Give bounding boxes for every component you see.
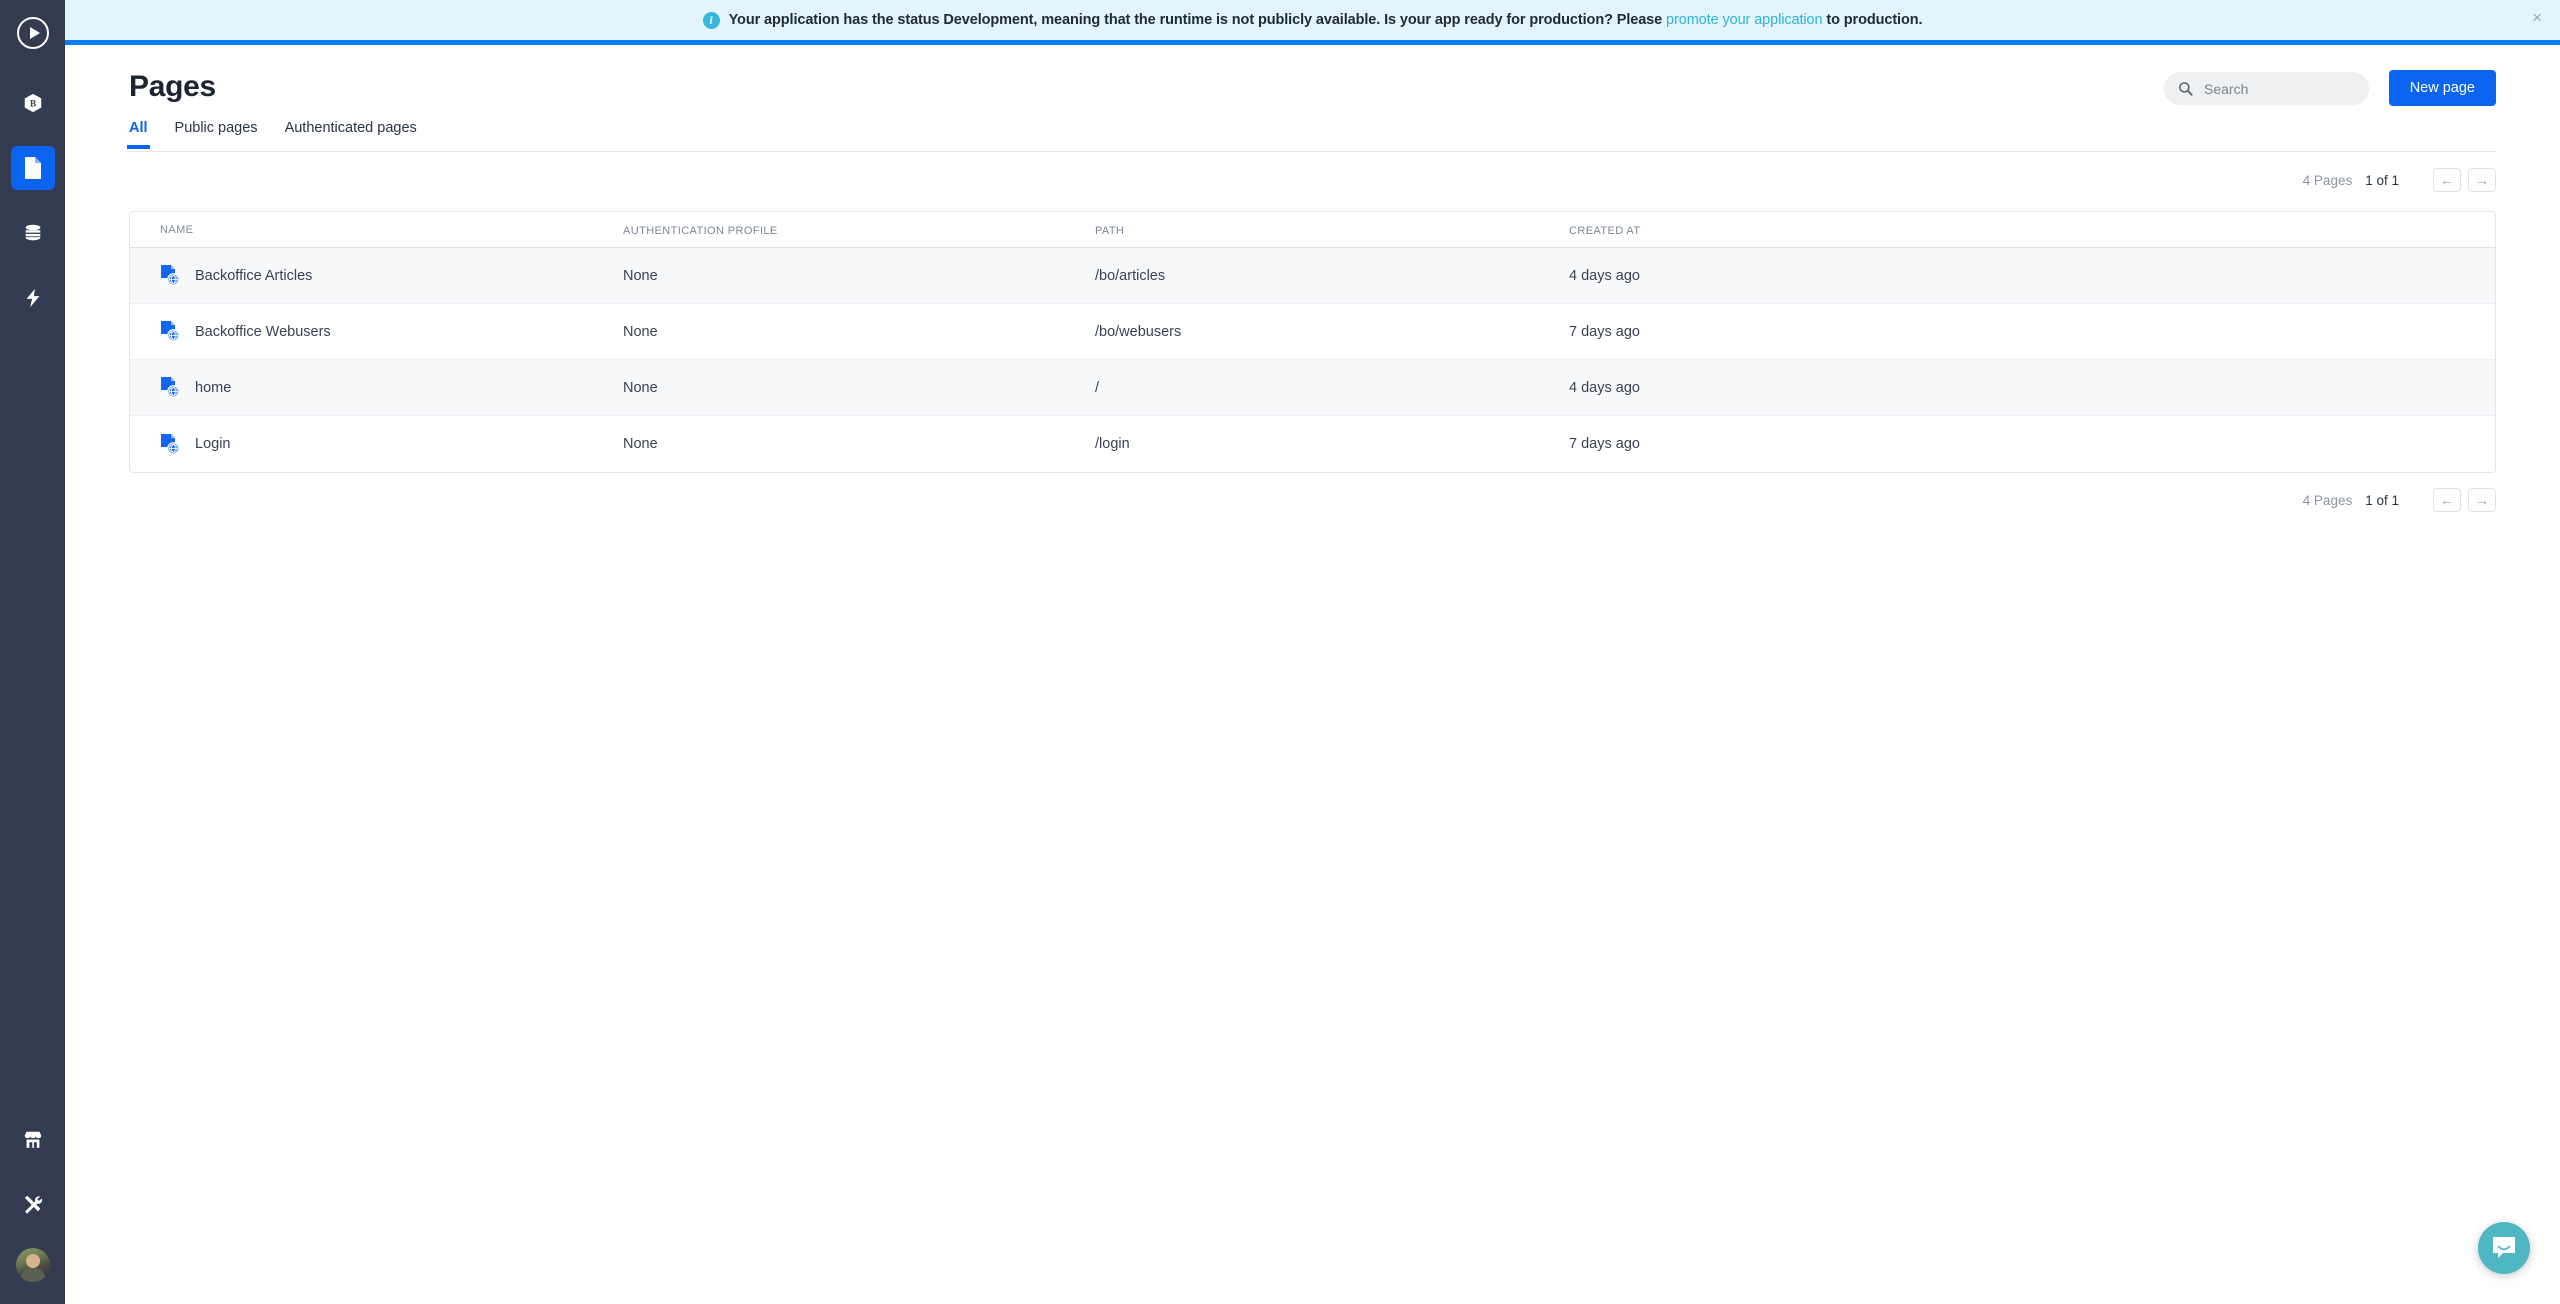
pagination-top: 4 Pages 1 of 1 ← → [2303,168,2496,192]
pagination-count: 4 Pages [2303,173,2353,188]
page-path: / [1095,380,1099,396]
page-globe-icon [160,434,180,455]
tabs: All Public pages Authenticated pages [129,120,2496,152]
column-header-created-at: CREATED AT [1569,225,1640,237]
sidebar-item-buzz[interactable]: B [11,81,55,125]
table-row[interactable]: Backoffice Articles None /bo/articles 4 … [130,248,2495,304]
svg-text:B: B [29,99,35,109]
page-auth-profile: None [623,436,658,452]
page-created-at: 4 days ago [1569,268,1640,284]
pagination-position: 1 of 1 [2365,173,2399,188]
page-auth-profile: None [623,324,658,340]
database-icon [22,222,44,244]
search-icon [2178,81,2193,96]
page-auth-profile: None [623,380,658,396]
page-name: Backoffice Articles [195,268,312,284]
banner-text-after: to production. [1822,12,1922,28]
search-box[interactable] [2164,72,2369,105]
sidebar-bottom-nav [11,1118,55,1304]
page-globe-icon [160,321,180,342]
main-content: Pages New page All Public pages Authenti… [65,45,2560,1304]
page-path: /bo/articles [1095,268,1165,284]
play-circle-logo [15,15,51,51]
sidebar-item-logic[interactable] [11,276,55,320]
sidebar-item-pages[interactable] [11,146,55,190]
page-created-at: 7 days ago [1569,324,1640,340]
sidebar: B [0,0,65,1304]
page-name: Login [195,436,230,452]
pagination-position: 1 of 1 [2365,493,2399,508]
marketplace-icon [22,1129,44,1151]
pages-table: NAME AUTHENTICATION PROFILE PATH CREATED… [129,211,2496,473]
banner-text: Your application has the status Developm… [729,12,1923,28]
avatar[interactable] [16,1248,50,1282]
tab-public-pages[interactable]: Public pages [175,120,258,147]
page-globe-icon [160,265,180,286]
intercom-chat-button[interactable] [2478,1222,2530,1274]
sidebar-item-data[interactable] [11,211,55,255]
search-input[interactable] [2204,81,2354,97]
column-header-name: NAME [160,224,193,236]
close-icon[interactable]: × [2532,9,2542,26]
table-row[interactable]: Backoffice Webusers None /bo/webusers 7 … [130,304,2495,360]
page-path: /login [1095,436,1130,452]
table-header-row: NAME AUTHENTICATION PROFILE PATH CREATED… [130,212,2495,248]
table-row[interactable]: home None / 4 days ago [130,360,2495,416]
chat-bubble-icon [2491,1235,2517,1261]
new-page-button[interactable]: New page [2389,70,2496,106]
tab-authenticated-pages[interactable]: Authenticated pages [285,120,417,147]
banner-text-before: Your application has the status Developm… [729,12,1666,28]
column-header-authentication-profile: AUTHENTICATION PROFILE [623,225,778,237]
page-name: Backoffice Webusers [195,324,331,340]
app-logo[interactable] [0,0,65,65]
pagination-prev-button[interactable]: ← [2433,488,2461,512]
pagination-bottom: 4 Pages 1 of 1 ← → [2303,488,2496,512]
pagination-count: 4 Pages [2303,493,2353,508]
column-header-path: PATH [1095,225,1124,237]
promote-application-link[interactable]: promote your application [1666,12,1822,28]
page-title: Pages [129,70,216,104]
sidebar-item-tools[interactable] [11,1183,55,1227]
tools-icon [22,1194,44,1216]
page-globe-icon [160,377,180,398]
page-name: home [195,380,231,396]
tab-all[interactable]: All [129,120,148,147]
status-banner: i Your application has the status Develo… [65,0,2560,40]
accent-bar [65,40,2560,45]
hexagon-b-icon: B [22,92,44,114]
page-auth-profile: None [623,268,658,284]
table-row[interactable]: Login None /login 7 days ago [130,416,2495,472]
page-created-at: 4 days ago [1569,380,1640,396]
sidebar-nav: B [11,81,55,320]
info-icon: i [703,12,720,29]
page-path: /bo/webusers [1095,324,1181,340]
pagination-next-button[interactable]: → [2468,168,2496,192]
sidebar-item-marketplace[interactable] [11,1118,55,1162]
lightning-icon [22,287,44,309]
pagination-prev-button[interactable]: ← [2433,168,2461,192]
document-icon [22,156,44,180]
pagination-next-button[interactable]: → [2468,488,2496,512]
page-created-at: 7 days ago [1569,436,1640,452]
